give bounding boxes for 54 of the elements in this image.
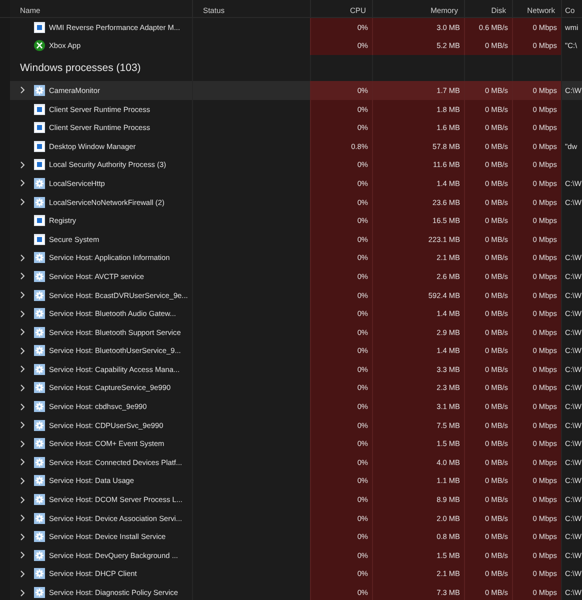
window-icon	[34, 122, 45, 134]
gear-icon	[34, 475, 45, 486]
gear-icon	[34, 326, 45, 338]
expand-chevron-icon[interactable]	[20, 588, 25, 597]
gear-icon	[34, 84, 45, 96]
gear-icon	[34, 587, 45, 598]
expand-chevron-icon[interactable]	[20, 291, 25, 300]
window-icon	[34, 234, 45, 245]
gear-icon	[34, 364, 45, 375]
expand-chevron-icon[interactable]	[20, 179, 25, 188]
gear-icon	[34, 401, 45, 412]
expand-chevron-icon[interactable]	[20, 384, 25, 392]
group-heading: Windows processes (103)	[20, 62, 141, 74]
gear-icon	[34, 531, 45, 542]
gear-icon	[34, 568, 45, 580]
expand-chevron-icon[interactable]	[20, 570, 25, 578]
expand-chevron-icon[interactable]	[20, 532, 25, 541]
gear-icon	[34, 382, 45, 394]
window-icon	[34, 215, 45, 226]
gear-icon	[34, 512, 45, 524]
expand-chevron-icon[interactable]	[20, 402, 25, 411]
gear-icon	[34, 290, 45, 301]
gear-icon	[34, 270, 45, 282]
expand-chevron-icon[interactable]	[20, 365, 25, 374]
expand-chevron-icon[interactable]	[20, 346, 25, 355]
gear-icon	[34, 345, 45, 356]
expand-chevron-icon[interactable]	[20, 458, 25, 466]
expand-chevron-icon[interactable]	[20, 496, 25, 504]
gear-icon	[34, 178, 45, 189]
expand-chevron-icon[interactable]	[20, 254, 25, 262]
expand-chevron-icon[interactable]	[20, 310, 25, 318]
gear-icon	[34, 252, 45, 264]
expand-chevron-icon[interactable]	[20, 551, 25, 560]
expand-chevron-icon[interactable]	[20, 440, 25, 448]
expand-chevron-icon[interactable]	[20, 272, 25, 280]
gear-icon	[34, 308, 45, 320]
gear-icon	[34, 456, 45, 468]
expand-chevron-icon[interactable]	[20, 514, 25, 522]
expand-chevron-icon[interactable]	[20, 328, 25, 336]
window-icon	[34, 159, 45, 170]
window-icon	[34, 22, 45, 33]
expand-chevron-icon[interactable]	[20, 160, 25, 169]
expand-chevron-icon[interactable]	[20, 476, 25, 485]
gear-icon	[34, 420, 45, 431]
gear-icon	[34, 196, 45, 208]
gear-icon	[34, 438, 45, 450]
expand-chevron-icon[interactable]	[20, 198, 25, 206]
gear-icon	[34, 494, 45, 506]
x-circle-icon	[34, 40, 45, 52]
window-icon	[34, 140, 45, 152]
window-icon	[34, 104, 45, 115]
expand-chevron-icon[interactable]	[20, 86, 25, 94]
expand-chevron-icon[interactable]	[20, 421, 25, 430]
gear-icon	[34, 550, 45, 561]
